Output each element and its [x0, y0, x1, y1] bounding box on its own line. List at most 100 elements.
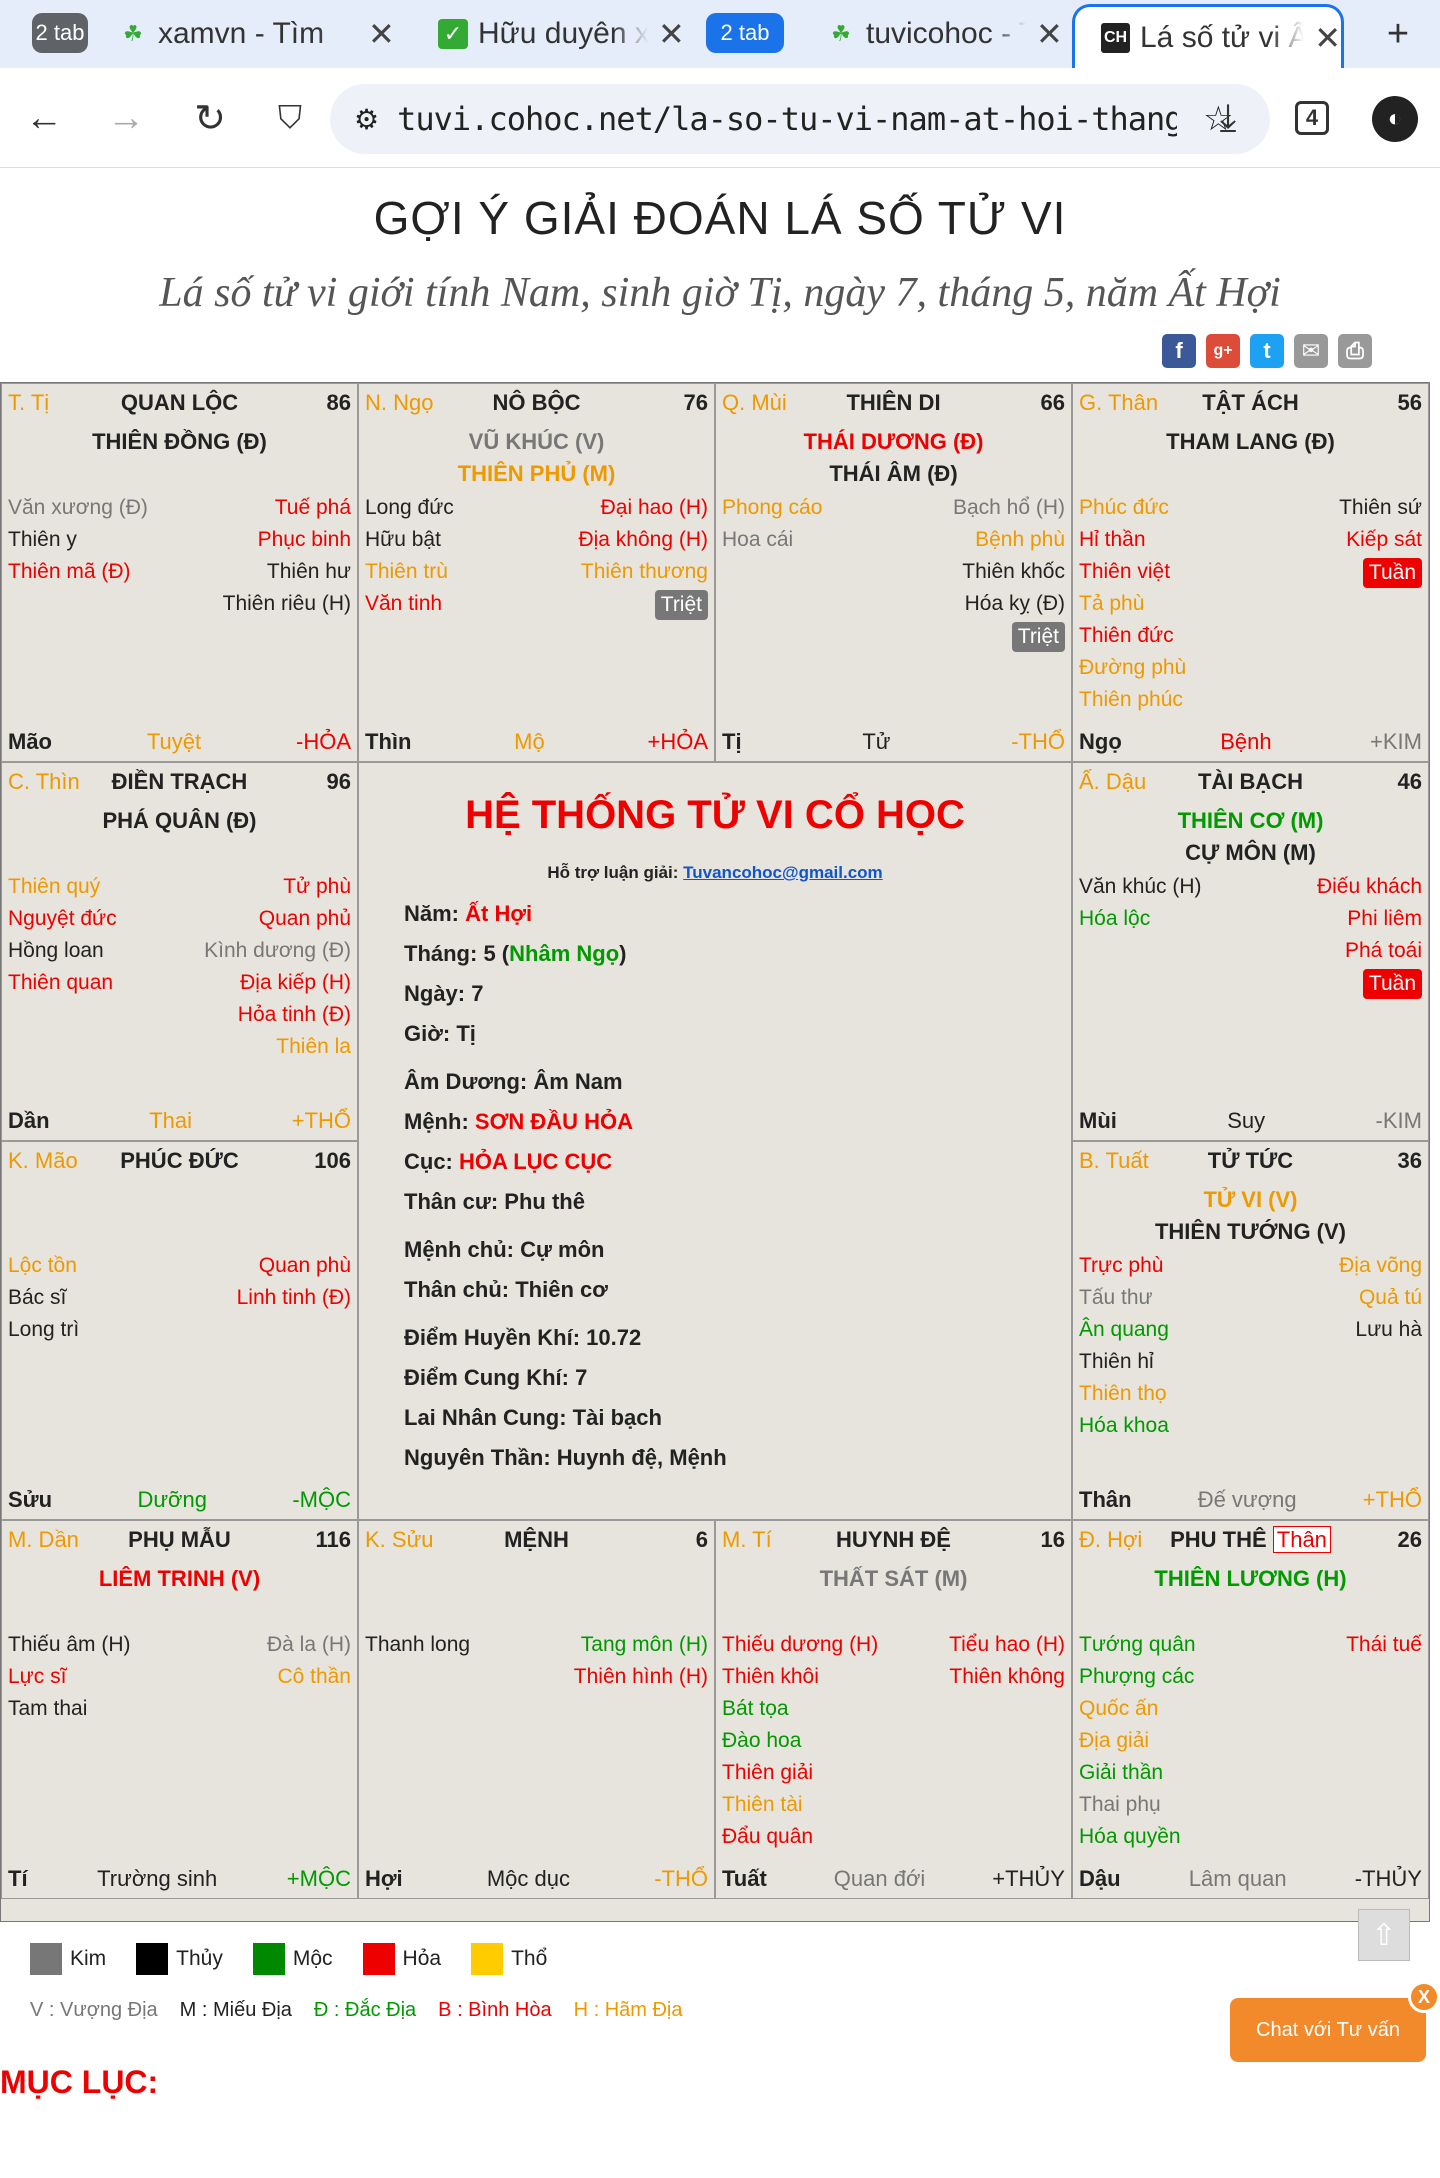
chat-close-icon[interactable]: X [1408, 1981, 1440, 2013]
star-name: Phục binh [257, 528, 351, 551]
tab-tuvicohoc[interactable]: ☘ tuvicohoc - T ✕ [826, 8, 1066, 60]
palace-cell: K. Mão PHÚC ĐỨC 106 Lộc tồn Bác sĩ Long trì… [1, 1141, 358, 1520]
star-name: Địa giải [1079, 1729, 1150, 1752]
main-stars: THIÊN ĐỒNG (Đ) [2, 426, 357, 458]
legend-item: Kim [30, 1943, 106, 1975]
twitter-share-icon[interactable]: t [1250, 334, 1284, 368]
branch-label: Tị [722, 729, 742, 754]
star-name: Thiên thương [580, 560, 708, 583]
minor-stars-left: Văn xương (Đ) Thiên y Thiên mã (Đ) [8, 492, 148, 620]
support-email-link[interactable]: Tuvancohoc@gmail.com [683, 863, 883, 882]
profile-avatar[interactable]: ◐ [1372, 96, 1418, 142]
new-tab-icon[interactable]: + [1376, 12, 1420, 56]
palace-footer: Dậu Lâm quan -THỦY [1079, 1866, 1422, 1892]
star-name: Đường phù [1079, 656, 1187, 679]
palace-cell: Đ. Hợi PHU THÊ Thân 26 THIÊN LƯƠNG (H) Tướ… [1072, 1520, 1429, 1899]
element-label: -MỘC [292, 1487, 351, 1512]
url-text[interactable]: tuvi.cohoc.net/la-so-tu-vi-nam-at-hoi-th… [397, 100, 1177, 138]
minor-stars: Thiếu âm (H) Lực sĩ Tam thai Đà la (H) Cô th… [8, 1629, 351, 1725]
email-share-icon[interactable]: ✉ [1294, 334, 1328, 368]
minor-stars: Trực phù Tấu thư Ân quang Thiên hỉ Thiên thọ… [1079, 1250, 1422, 1442]
star-name: Thiên giải [722, 1761, 814, 1784]
palace-number: 56 [1397, 390, 1422, 415]
tab-la-so-tu-vi[interactable]: CH Lá số tử vi Ất ✕ [1072, 4, 1344, 68]
tab-group-chip[interactable]: 2 tab [32, 13, 88, 53]
palace-cell: M. Tí HUYNH ĐỆ 16 THẤT SÁT (M) Thiếu dương… [715, 1520, 1072, 1899]
address-bar[interactable]: ⚙ tuvi.cohoc.net/la-so-tu-vi-nam-at-hoi-… [330, 84, 1270, 154]
star-name: Trực phù [1079, 1254, 1164, 1277]
palace-footer: Mão Tuyệt -HỎA [8, 729, 351, 755]
legend-swatch [471, 1943, 504, 1975]
info-row: Năm: Ất Hợi [404, 901, 533, 926]
element-label: -THỔ [654, 1866, 708, 1891]
site-settings-icon[interactable]: ⚙ [354, 103, 379, 136]
tab-count-button[interactable]: 4 [1290, 96, 1334, 140]
star-name: Hóa lộc [1079, 907, 1151, 930]
tab-group-chip[interactable]: 2 tab [706, 13, 784, 53]
triet-badge: Triệt [654, 590, 708, 620]
palace-number: 26 [1397, 1527, 1422, 1552]
star-name: THAM LANG (Đ) [1166, 429, 1335, 454]
print-icon[interactable]: ⎙ [1338, 334, 1372, 368]
star-name: THIÊN LƯƠNG (H) [1154, 1566, 1347, 1591]
googleplus-share-icon[interactable]: g+ [1206, 334, 1240, 368]
palace-cell: C. Thìn ĐIỀN TRẠCH 96 PHÁ QUÂN (Đ) Thiên q… [1, 762, 358, 1141]
life-stage-label: Dưỡng [137, 1487, 207, 1512]
life-stage-label: Thai [149, 1108, 193, 1133]
center-title: HỆ THỐNG TỬ VI CỔ HỌC [465, 793, 965, 837]
palace-number: 66 [1040, 390, 1065, 415]
legend-swatch [252, 1943, 285, 1975]
close-tab-icon[interactable]: ✕ [1314, 19, 1341, 57]
branch-label: Mão [8, 729, 52, 754]
legend-item: Thổ [471, 1943, 547, 1975]
star-name: Kiếp sát [1346, 528, 1422, 551]
scroll-to-top-button[interactable]: ⇧ [1358, 1909, 1410, 1961]
share-buttons: f g+ t ✉ ⎙ [1162, 334, 1372, 368]
chat-consultant-button[interactable]: Chat với Tư vấn [1230, 1998, 1426, 2062]
palace-cell: G. Thân TẬT ÁCH 56 THAM LANG (Đ) Phúc đức H… [1072, 383, 1429, 762]
element-label: -THỔ [1011, 729, 1065, 754]
palace-footer: Hợi Mộc dục -THỔ [365, 1866, 708, 1892]
close-tab-icon[interactable]: ✕ [368, 15, 395, 53]
element-label: +KIM [1370, 729, 1422, 754]
life-stage-label: Suy [1227, 1108, 1266, 1133]
star-name: Long đức [365, 496, 454, 519]
star-name: Quốc ấn [1079, 1697, 1159, 1720]
abbreviation-item: B : Bình Hòa [438, 1999, 552, 2021]
close-tab-icon[interactable]: ✕ [1036, 15, 1063, 53]
triet-badge: Triệt [1011, 622, 1065, 652]
minor-stars-left: Văn khúc (H) Hóa lộc [1079, 871, 1202, 1000]
star-name: VŨ KHÚC (V) [468, 429, 605, 454]
back-icon[interactable]: ← [22, 96, 66, 140]
download-icon[interactable]: ⤓ [1206, 96, 1250, 140]
star-name: Phi liêm [1347, 907, 1422, 930]
tab-xamvn[interactable]: ☘ xamvn - Tìm ✕ [118, 8, 404, 60]
branch-label: Thìn [365, 729, 412, 754]
tab-huu-duyen[interactable]: ✓ Hữu duyên xem ✕ [438, 8, 688, 60]
palace-name: TÀI BẠCH [1197, 769, 1304, 794]
facebook-share-icon[interactable]: f [1162, 334, 1196, 368]
palace-cell: N. Ngọ NÔ BỘC 76 VŨ KHÚC (V) THIÊN PHỦ (M)… [358, 383, 715, 762]
close-tab-icon[interactable]: ✕ [658, 15, 685, 53]
info-row: Điểm Cung Khí: 7 [404, 1365, 588, 1390]
shield-icon[interactable]: ⛉ [268, 96, 312, 140]
star-name: Tiểu hao (H) [949, 1633, 1065, 1656]
palace-footer: Mùi Suy -KIM [1079, 1108, 1422, 1134]
forward-icon[interactable]: → [104, 96, 148, 140]
star-name: Thiên trù [365, 560, 448, 583]
star-name: Thiên mã (Đ) [8, 560, 131, 583]
minor-stars-left: Thiên quý Nguyệt đức Hồng loan Thiên quan [8, 871, 117, 1063]
star-name: Quả tú [1358, 1286, 1422, 1309]
info-row: Thân chủ: Thiên cơ [404, 1277, 608, 1302]
minor-stars: Văn xương (Đ) Thiên y Thiên mã (Đ) Tuế phá P… [8, 492, 351, 620]
palace-name: HUYNH ĐỆ [836, 1527, 951, 1552]
star-name: Phá toái [1344, 939, 1422, 962]
minor-stars-right: Đại hao (H) Địa không (H) Thiên thương Triệ… [578, 492, 708, 621]
reload-icon[interactable]: ↻ [188, 96, 232, 140]
page-content: GỢI Ý GIẢI ĐOÁN LÁ SỐ TỬ VI Lá số tử vi … [0, 169, 1440, 2178]
star-name: Lực sĩ [8, 1665, 67, 1688]
main-stars: PHÁ QUÂN (Đ) [2, 805, 357, 837]
star-name: Linh tinh (Đ) [236, 1286, 351, 1309]
toolbar: ← → ↻ ⛉ ⚙ tuvi.cohoc.net/la-so-tu-vi-nam… [0, 68, 1440, 168]
palace-footer: Tí Trường sinh +MỘC [8, 1866, 351, 1892]
